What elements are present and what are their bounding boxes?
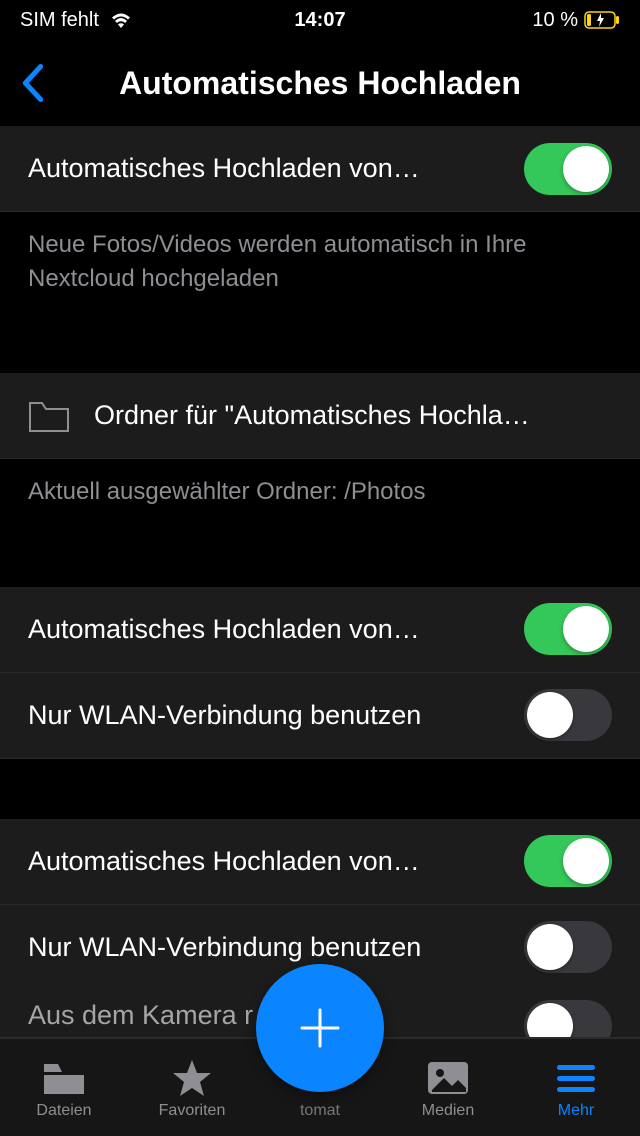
add-button[interactable]	[256, 964, 384, 1092]
tab-more-label: Mehr	[558, 1102, 594, 1120]
tab-more[interactable]: Mehr	[512, 1058, 640, 1120]
upload-photos-toggle[interactable]	[524, 603, 612, 655]
upload-videos-toggle-row[interactable]: Automatisches Hochladen von…	[0, 819, 640, 905]
upload-videos-toggle[interactable]	[524, 835, 612, 887]
section-spacer	[0, 759, 640, 819]
tab-media-label: Medien	[422, 1102, 474, 1120]
videos-wifi-only-label: Nur WLAN-Verbindung benutzen	[28, 932, 524, 963]
battery-charging-icon	[584, 11, 620, 29]
photos-wifi-only-row[interactable]: Nur WLAN-Verbindung benutzen	[0, 673, 640, 759]
menu-icon	[555, 1058, 597, 1098]
tab-media[interactable]: Medien	[384, 1058, 512, 1120]
folder-icon	[42, 1058, 86, 1098]
carrier-text: SIM fehlt	[20, 9, 99, 32]
wifi-icon	[109, 11, 133, 29]
plus-icon	[292, 1000, 348, 1056]
upload-folder-row[interactable]: Ordner für "Automatisches Hochla…	[0, 373, 640, 459]
tab-files[interactable]: Dateien	[0, 1058, 128, 1120]
section-spacer	[0, 537, 640, 587]
photos-wifi-only-label: Nur WLAN-Verbindung benutzen	[28, 700, 524, 731]
delete-from-camera-toggle[interactable]	[524, 1000, 612, 1038]
status-left: SIM fehlt	[20, 9, 133, 32]
upload-photos-toggle-row[interactable]: Automatisches Hochladen von…	[0, 587, 640, 673]
tab-favorites-label: Favoriten	[159, 1102, 226, 1120]
battery-pct: 10 %	[532, 9, 578, 32]
nav-bar: Automatisches Hochladen	[0, 40, 640, 126]
upload-folder-footer: Aktuell ausgewählter Ordner: /Photos	[0, 459, 640, 537]
tab-files-label: Dateien	[36, 1102, 91, 1120]
tab-center-ghost-label: tomat	[300, 1102, 340, 1120]
upload-photos-label: Automatisches Hochladen von…	[28, 614, 524, 645]
section-spacer	[0, 323, 640, 373]
photos-wifi-only-toggle[interactable]	[524, 689, 612, 741]
tab-favorites[interactable]: Favoriten	[128, 1058, 256, 1120]
status-time: 14:07	[294, 9, 345, 32]
videos-wifi-only-toggle[interactable]	[524, 921, 612, 973]
status-bar: SIM fehlt 14:07 10 %	[0, 0, 640, 40]
auto-upload-toggle[interactable]	[524, 143, 612, 195]
auto-upload-label: Automatisches Hochladen von…	[28, 153, 524, 184]
auto-upload-toggle-row[interactable]: Automatisches Hochladen von…	[0, 126, 640, 212]
image-icon	[426, 1058, 470, 1098]
page-title: Automatisches Hochladen	[119, 65, 521, 102]
upload-folder-label: Ordner für "Automatisches Hochla…	[94, 400, 612, 431]
status-right: 10 %	[532, 9, 620, 32]
settings-list: Automatisches Hochladen von… Neue Fotos/…	[0, 126, 640, 1051]
auto-upload-footer: Neue Fotos/Videos werden automatisch in …	[0, 212, 640, 323]
upload-videos-label: Automatisches Hochladen von…	[28, 846, 524, 877]
back-button[interactable]	[12, 56, 54, 110]
star-icon	[171, 1058, 213, 1098]
folder-icon	[28, 399, 70, 433]
